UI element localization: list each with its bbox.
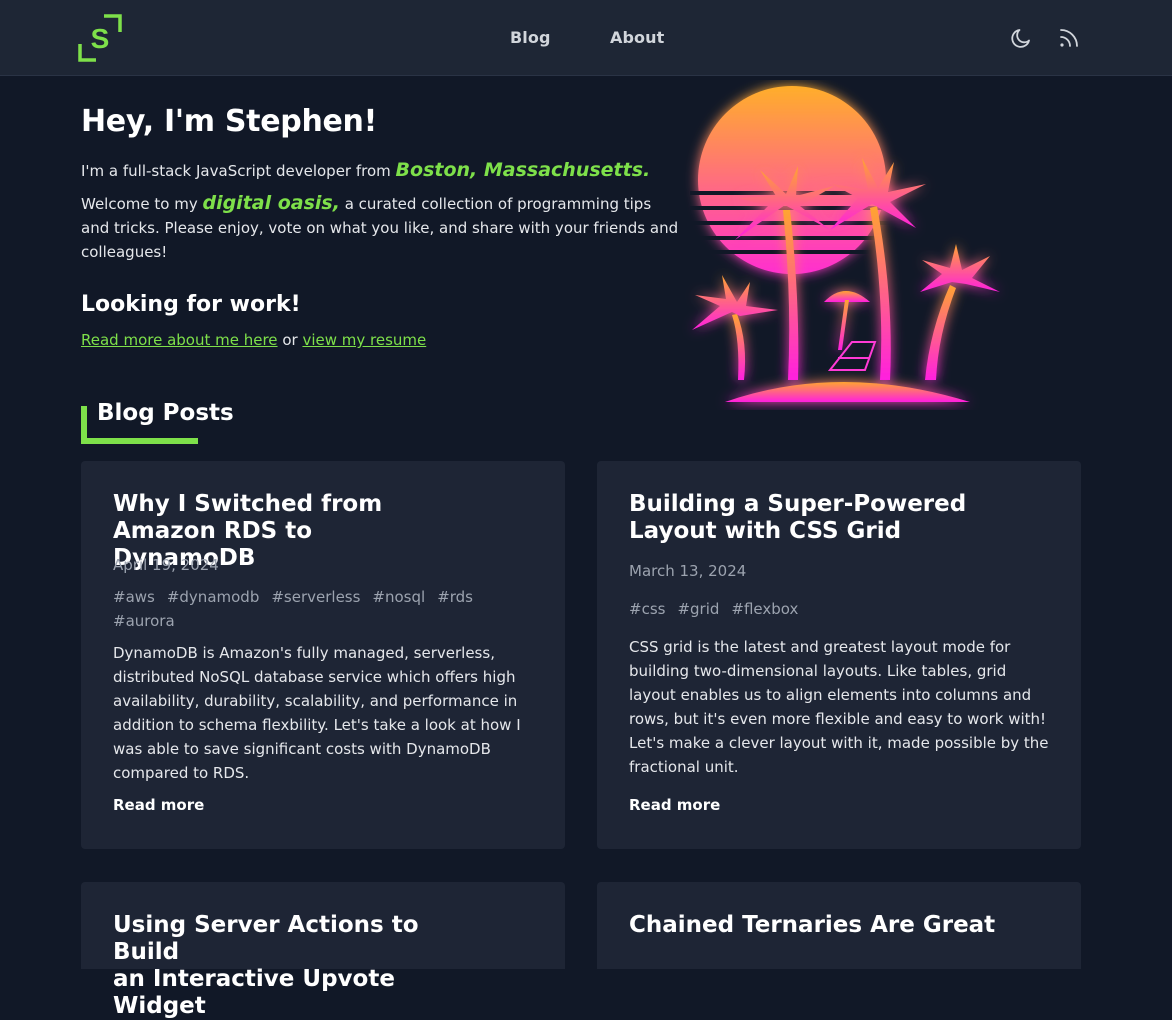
post-date: April 19, 2024: [113, 556, 219, 574]
about-links: Read more about me here or view my resum…: [81, 331, 426, 349]
post-title[interactable]: Building a Super-Powered Layout with CSS…: [629, 491, 969, 545]
post-description: CSS grid is the latest and greatest layo…: [629, 638, 1049, 776]
tag-link[interactable]: #rds: [437, 585, 473, 609]
tag-link[interactable]: #dynamodb: [167, 585, 260, 609]
tag-link[interactable]: #nosql: [372, 585, 425, 609]
post-card[interactable]: Building a Super-Powered Layout with CSS…: [597, 461, 1081, 849]
rss-icon[interactable]: [1057, 26, 1081, 50]
tag-link[interactable]: #grid: [677, 597, 719, 621]
post-title[interactable]: Using Server Actions to Build an Interac…: [113, 912, 473, 1020]
hero-intro: I'm a full-stack JavaScript developer fr…: [81, 158, 681, 183]
nav-about[interactable]: About: [610, 28, 664, 47]
post-card[interactable]: Chained Ternaries Are Great: [597, 882, 1081, 969]
beach-chair: [827, 341, 877, 371]
post-card[interactable]: Why I Switched from Amazon RDS to Dynamo…: [81, 461, 565, 849]
post-title-line2: Layout with CSS Grid: [629, 518, 902, 544]
site-header: S Blog About: [0, 0, 1172, 76]
post-title-line1: Building a Super-Powered: [629, 491, 967, 517]
palm-island-illustration: [690, 86, 1000, 402]
blog-section-title: Blog Posts: [97, 400, 234, 426]
tag-link[interactable]: #serverless: [271, 585, 360, 609]
post-tags: #css #grid #flexbox: [629, 597, 1029, 621]
post-description: DynamoDB is Amazon's fully managed, serv…: [113, 644, 521, 782]
resume-link[interactable]: view my resume: [302, 331, 426, 349]
tag-link[interactable]: #css: [629, 597, 665, 621]
work-title: Looking for work!: [81, 292, 301, 317]
location-accent: Boston, Massachusetts.: [395, 159, 651, 181]
post-title-line1: Why I Switched from: [113, 491, 383, 517]
intro-prefix: I'm a full-stack JavaScript developer fr…: [81, 162, 396, 180]
tag-link[interactable]: #flexbox: [731, 597, 798, 621]
hero-welcome: Welcome to my digital oasis, a curated c…: [81, 191, 681, 264]
read-more-link[interactable]: Read more: [113, 796, 204, 814]
section-bracket-horizontal: [81, 438, 198, 444]
oasis-accent: digital oasis,: [202, 192, 340, 214]
post-title-line1: Chained Ternaries Are Great: [629, 912, 996, 938]
logo-letter: S: [91, 23, 110, 54]
post-tags: #aws #dynamodb #serverless #nosql #rds #auror…: [113, 585, 513, 633]
tag-link[interactable]: #aurora: [113, 609, 175, 633]
tag-link[interactable]: #aws: [113, 585, 155, 609]
links-joiner: or: [277, 331, 303, 349]
read-more-link[interactable]: Read more: [629, 796, 720, 814]
post-title-line1: Using Server Actions to Build: [113, 912, 419, 965]
about-me-link[interactable]: Read more about me here: [81, 331, 278, 349]
post-card[interactable]: Using Server Actions to Build an Interac…: [81, 882, 565, 1019]
moon-icon[interactable]: [1009, 26, 1033, 50]
site-logo[interactable]: S: [78, 14, 122, 62]
welcome-prefix: Welcome to my: [81, 195, 203, 213]
post-title[interactable]: Chained Ternaries Are Great: [629, 912, 1049, 939]
nav-blog[interactable]: Blog: [510, 28, 551, 47]
post-title-line2: an Interactive Upvote Widget: [113, 966, 395, 1019]
post-date: March 13, 2024: [629, 562, 747, 580]
hero-title: Hey, I'm Stephen!: [81, 104, 377, 139]
